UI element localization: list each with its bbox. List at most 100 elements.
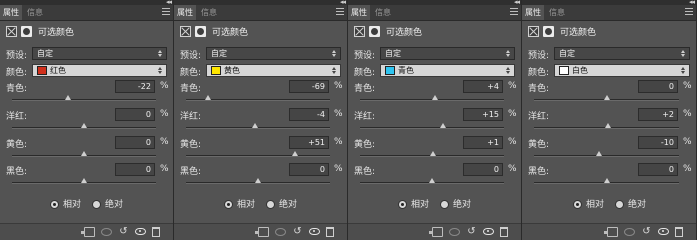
tab-properties[interactable]: 属性 [174,5,196,20]
slider-thumb[interactable] [252,123,259,128]
layer-mask-icon[interactable] [543,26,554,37]
clip-to-layer-icon[interactable] [255,227,269,237]
preset-dropdown[interactable]: 自定 [380,47,515,60]
slider-value-input[interactable]: 0 [115,108,155,121]
delete-icon[interactable] [326,227,334,237]
delete-icon[interactable] [675,227,683,237]
slider-value-input[interactable]: 0 [115,163,155,176]
preset-dropdown[interactable]: 自定 [206,47,341,60]
panel-menu-icon[interactable] [162,8,170,16]
slider-thumb[interactable] [255,178,261,183]
slider-track[interactable] [534,178,679,184]
delete-icon[interactable] [152,227,160,237]
colors-dropdown[interactable]: 红色 [32,64,167,77]
layer-mask-icon[interactable] [195,26,206,37]
slider-value-input[interactable]: 0 [463,163,503,176]
tab-info[interactable]: 信息 [198,5,220,20]
view-previous-state-icon[interactable] [275,228,286,236]
clip-to-layer-icon[interactable] [604,227,618,237]
colors-dropdown[interactable]: 青色 [380,64,515,77]
slider-thumb[interactable] [205,95,212,100]
slider-track[interactable] [12,178,156,184]
panel-menu-icon[interactable] [336,8,344,16]
slider-track[interactable] [12,123,156,129]
slider-value-input[interactable]: +4 [463,80,503,93]
slider-track[interactable] [360,95,504,101]
radio-relative[interactable]: 相对 [50,197,81,210]
slider-track[interactable] [186,95,330,101]
tab-info[interactable]: 信息 [546,5,568,20]
view-previous-state-icon[interactable] [449,228,460,236]
toggle-visibility-icon[interactable] [309,228,320,235]
tab-properties[interactable]: 属性 [522,5,544,20]
clip-to-layer-icon[interactable] [429,227,443,237]
slider-thumb[interactable] [81,151,87,156]
reset-icon[interactable]: ↺ [118,227,129,237]
slider-thumb[interactable] [439,123,446,128]
radio-relative[interactable]: 相对 [224,197,255,210]
view-previous-state-icon[interactable] [101,228,112,236]
tab-info[interactable]: 信息 [372,5,394,20]
slider-track[interactable] [186,178,330,184]
reset-icon[interactable]: ↺ [466,227,477,237]
slider-track[interactable] [12,151,156,157]
radio-absolute[interactable]: 绝对 [266,197,297,210]
panel-menu-icon[interactable] [685,8,693,16]
slider-value-input[interactable]: -4 [289,108,329,121]
radio-absolute[interactable]: 绝对 [440,197,471,210]
slider-thumb[interactable] [429,178,435,183]
slider-value-input[interactable]: -10 [638,136,678,149]
slider-thumb[interactable] [291,151,298,156]
slider-value-input[interactable]: 0 [289,163,329,176]
reset-icon[interactable]: ↺ [641,227,652,237]
slider-thumb[interactable] [603,178,610,183]
tab-info[interactable]: 信息 [24,5,46,20]
colors-dropdown[interactable]: 白色 [554,64,690,77]
tab-properties[interactable]: 属性 [0,5,22,20]
colors-dropdown[interactable]: 黄色 [206,64,341,77]
slider-value-input[interactable]: +51 [289,136,329,149]
slider-track[interactable] [534,95,679,101]
slider-track[interactable] [186,123,330,129]
slider-value-input[interactable]: 0 [638,80,678,93]
slider-thumb[interactable] [603,95,610,100]
slider-track[interactable] [360,151,504,157]
slider-thumb[interactable] [81,123,87,128]
slider-value-input[interactable]: 0 [115,136,155,149]
radio-relative[interactable]: 相对 [398,197,429,210]
toggle-visibility-icon[interactable] [658,228,669,235]
slider-track[interactable] [186,151,330,157]
toggle-visibility-icon[interactable] [483,228,494,235]
slider-value-input[interactable]: -22 [115,80,155,93]
slider-value-input[interactable]: -69 [289,80,329,93]
slider-track[interactable] [12,95,156,101]
reset-icon[interactable]: ↺ [292,227,303,237]
slider-value-input[interactable]: +1 [463,136,503,149]
radio-relative[interactable]: 相对 [573,197,604,210]
layer-mask-icon[interactable] [21,26,32,37]
slider-value-input[interactable]: +15 [463,108,503,121]
slider-track[interactable] [534,151,679,157]
radio-absolute[interactable]: 绝对 [92,197,123,210]
slider-track[interactable] [360,178,504,184]
slider-track[interactable] [534,123,679,129]
slider-thumb[interactable] [596,151,603,156]
preset-dropdown[interactable]: 自定 [32,47,167,60]
delete-icon[interactable] [500,227,508,237]
slider-thumb[interactable] [81,178,87,183]
preset-dropdown[interactable]: 自定 [554,47,690,60]
toggle-visibility-icon[interactable] [135,228,146,235]
radio-absolute[interactable]: 绝对 [615,197,646,210]
slider-value-input[interactable]: 0 [638,163,678,176]
tab-properties[interactable]: 属性 [348,5,370,20]
slider-thumb[interactable] [65,95,72,100]
layer-mask-icon[interactable] [369,26,380,37]
panel-menu-icon[interactable] [510,8,518,16]
slider-track[interactable] [360,123,504,129]
slider-thumb[interactable] [431,95,438,100]
view-previous-state-icon[interactable] [624,228,635,236]
slider-value-input[interactable]: +2 [638,108,678,121]
clip-to-layer-icon[interactable] [81,227,95,237]
slider-thumb[interactable] [604,123,611,128]
slider-thumb[interactable] [429,151,436,156]
